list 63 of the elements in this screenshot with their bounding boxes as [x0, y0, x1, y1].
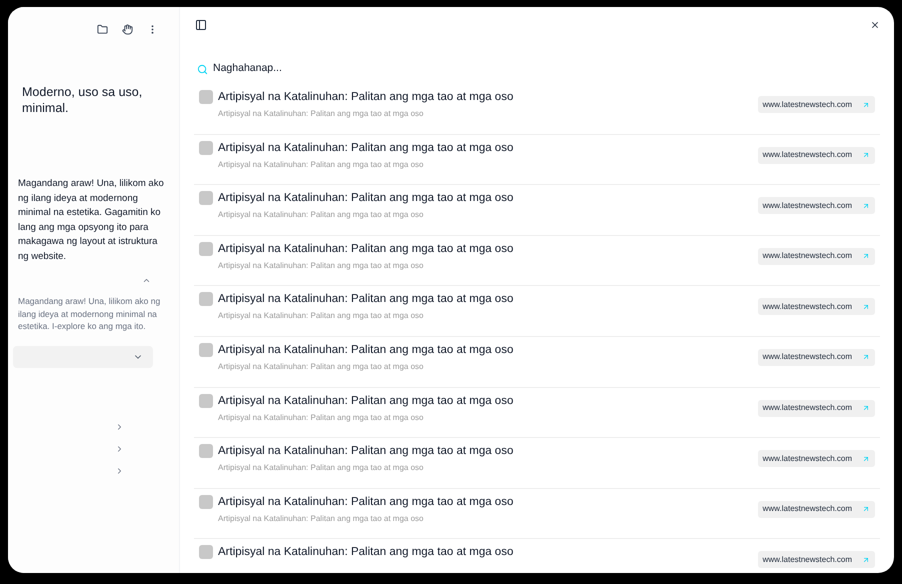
result-subtitle: Artipisyal na Katalinuhan: Palitan ang mga tao at mga oso: [218, 462, 424, 474]
arrow-up-right-icon: [862, 302, 870, 311]
checkbox[interactable]: [199, 292, 213, 306]
chevron-right-icon[interactable]: [115, 444, 124, 454]
result-title[interactable]: Artipisyal na Katalinuhan: Palitan ang mga tao at mga oso: [218, 290, 758, 308]
result-subtitle: Artipisyal na Katalinuhan: Palitan ang mga tao at mga oso: [218, 209, 424, 222]
result-title[interactable]: Artipisyal na Katalinuhan: Palitan ang mga tao at mga oso: [218, 492, 758, 511]
source-link[interactable]: www.latestnewstech.com: [758, 551, 875, 568]
source-link[interactable]: www.latestnewstech.com: [758, 146, 875, 164]
arrow-up-right-icon: [862, 100, 870, 108]
sidebar-toggle-icon[interactable]: [195, 18, 207, 30]
checkbox[interactable]: [199, 342, 213, 357]
section-text: Magandang araw! Una, lilikom ako ng ilang ideya at modernong minimal na estetika. I-explore ko ang mga ito.: [18, 295, 162, 332]
dropdown-field[interactable]: [13, 346, 153, 368]
checkbox[interactable]: [199, 140, 213, 155]
chevron-right-icon[interactable]: [115, 466, 124, 476]
checkbox[interactable]: [199, 444, 213, 458]
checkbox[interactable]: [199, 494, 213, 509]
close-icon[interactable]: [870, 20, 880, 30]
result-title[interactable]: Artipisyal na Katalinuhan: Palitan ang mga tao at mga oso: [218, 240, 758, 258]
result-subtitle: Artipisyal na Katalinuhan: Palitan ang mga tao at mga oso: [218, 512, 424, 525]
checkbox[interactable]: [199, 242, 213, 256]
source-link[interactable]: www.latestnewstech.com: [758, 348, 875, 366]
result-subtitle: Artipisyal na Katalinuhan: Palitan ang mga tao at mga oso: [218, 108, 424, 120]
result-title[interactable]: Artipisyal na Katalinuhan: Palitan ang mga tao at mga oso: [218, 88, 758, 106]
result-title[interactable]: Artipisyal na Katalinuhan: Palitan ang mga tao at mga oso: [218, 392, 758, 410]
arrow-up-right-icon: [862, 505, 870, 514]
result-title[interactable]: Artipisyal na Katalinuhan: Palitan ang mga tao at mga oso: [218, 543, 758, 562]
result-subtitle: Artipisyal na Katalinuhan: Palitan ang mga tao at mga oso: [218, 360, 424, 373]
arrow-up-right-icon: [862, 404, 870, 412]
result-title[interactable]: Artipisyal na Katalinuhan: Palitan ang mga tao at mga oso: [218, 340, 758, 359]
search-field[interactable]: Naghahanap...: [213, 61, 413, 77]
checkbox[interactable]: [199, 191, 213, 206]
checkbox[interactable]: [199, 90, 213, 104]
arrow-up-right-icon: [862, 202, 870, 210]
folder-icon[interactable]: [97, 24, 108, 35]
arrow-up-right-icon: [862, 556, 870, 564]
intro-text: Magandang araw! Una, lilikom ako ng ilang ideya at modernong minimal na estetika. Gagamitin ko lang ang mga opsyong ito para makagawa ng layout at istruktura ng website.: [18, 177, 165, 264]
result-subtitle: Artipisyal na Katalinuhan: Palitan ang mga tao at mga oso: [218, 158, 424, 171]
arrow-up-right-icon: [862, 151, 870, 160]
sidebar-heading: Moderno, uso sa uso, minimal.: [22, 84, 144, 116]
arrow-up-right-icon: [862, 353, 870, 362]
checkbox[interactable]: [199, 545, 213, 560]
result-title[interactable]: Artipisyal na Katalinuhan: Palitan ang mga tao at mga oso: [218, 138, 758, 157]
source-link[interactable]: www.latestnewstech.com: [758, 298, 875, 316]
checkbox[interactable]: [199, 394, 213, 408]
source-link[interactable]: www.latestnewstech.com: [758, 450, 875, 468]
source-link[interactable]: www.latestnewstech.com: [758, 197, 875, 214]
arrow-up-right-icon: [862, 252, 870, 260]
hand-icon[interactable]: [122, 24, 133, 35]
result-title[interactable]: Artipisyal na Katalinuhan: Palitan ang mga tao at mga oso: [218, 189, 758, 208]
source-link[interactable]: www.latestnewstech.com: [758, 248, 875, 265]
source-link[interactable]: www.latestnewstech.com: [758, 96, 875, 113]
result-title[interactable]: Artipisyal na Katalinuhan: Palitan ang mga tao at mga oso: [218, 442, 758, 460]
search-icon: [197, 64, 208, 74]
source-link[interactable]: www.latestnewstech.com: [758, 400, 875, 417]
chevron-up-icon[interactable]: [142, 276, 151, 285]
result-subtitle: Artipisyal na Katalinuhan: Palitan ang mga tao at mga oso: [218, 260, 424, 272]
source-link[interactable]: www.latestnewstech.com: [758, 500, 875, 518]
chevron-right-icon[interactable]: [115, 422, 124, 432]
result-subtitle: Artipisyal na Katalinuhan: Palitan ang mga tao at mga oso: [218, 412, 424, 424]
result-subtitle: Artipisyal na Katalinuhan: Palitan ang mga tao at mga oso: [218, 310, 424, 322]
arrow-up-right-icon: [862, 454, 870, 463]
